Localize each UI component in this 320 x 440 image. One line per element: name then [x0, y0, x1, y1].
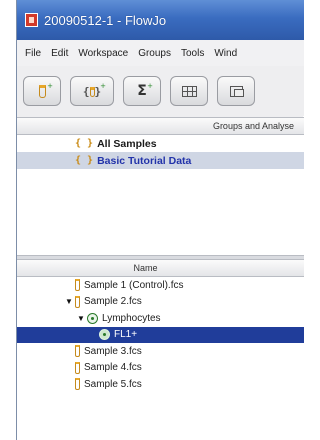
disclosure-triangle-icon[interactable]: ▼ — [63, 297, 75, 306]
menu-edit[interactable]: Edit — [51, 48, 68, 59]
name-column-header[interactable]: Name — [17, 260, 304, 277]
table-editor-button[interactable] — [170, 76, 208, 106]
toolbar: + {} + Σ + — [17, 66, 304, 116]
menu-tools[interactable]: Tools — [181, 48, 204, 59]
gate-row[interactable]: ▼ Lymphocytes — [17, 310, 304, 327]
title-bar[interactable]: 20090512-1 - FlowJo — [17, 0, 304, 40]
group-item-all-samples[interactable]: { } All Samples — [17, 135, 304, 152]
menu-bar: File Edit Workspace Groups Tools Wind — [17, 40, 304, 66]
sample-tube-icon — [75, 279, 80, 292]
window-title: 20090512-1 - FlowJo — [44, 12, 167, 28]
add-statistic-button[interactable]: Σ + — [123, 76, 161, 106]
group-icon: { } — [75, 155, 94, 166]
menu-window[interactable]: Wind — [214, 48, 237, 59]
table-editor-icon — [181, 85, 197, 97]
group-item-basic-tutorial-data[interactable]: { } Basic Tutorial Data — [17, 152, 304, 169]
menu-file[interactable]: File — [25, 48, 41, 59]
sample-row[interactable]: Sample 4.fcs — [17, 360, 304, 377]
group-label: All Samples — [97, 137, 157, 150]
add-group-icon: {} — [82, 84, 102, 98]
sample-label: Sample 4.fcs — [84, 362, 142, 374]
gate-label: FL1+ — [114, 329, 138, 341]
gate-icon — [99, 329, 110, 341]
add-sample-icon — [38, 84, 46, 98]
add-group-button[interactable]: {} + — [70, 76, 114, 106]
sample-tube-icon — [75, 295, 80, 308]
sample-label: Sample 1 (Control).fcs — [84, 279, 184, 291]
gate-row-selected[interactable]: FL1+ — [17, 326, 304, 343]
sample-tube-icon — [75, 345, 80, 358]
group-icon: { } — [75, 138, 94, 149]
layout-editor-icon — [229, 85, 244, 97]
sample-label: Sample 3.fcs — [84, 345, 142, 357]
sample-label: Sample 5.fcs — [84, 378, 142, 390]
sample-label: Sample 2.fcs — [84, 296, 142, 308]
sample-row[interactable]: Sample 5.fcs — [17, 376, 304, 393]
layout-editor-button[interactable] — [217, 76, 255, 106]
flowjo-window: 20090512-1 - FlowJo File Edit Workspace … — [16, 0, 304, 440]
flowjo-app-icon — [25, 13, 38, 27]
disclosure-triangle-icon[interactable]: ▼ — [75, 314, 87, 323]
sample-row[interactable]: Sample 1 (Control).fcs — [17, 277, 304, 294]
menu-groups[interactable]: Groups — [138, 48, 171, 59]
groups-panel: Groups and Analyse { } All Samples { } B… — [17, 117, 304, 255]
samples-panel: Name Sample 1 (Control).fcs ▼ Sample 2.f… — [17, 260, 304, 440]
gate-label: Lymphocytes — [102, 312, 161, 324]
menu-workspace[interactable]: Workspace — [78, 48, 128, 59]
gate-icon — [87, 312, 98, 324]
sample-tube-icon — [75, 361, 80, 374]
groups-column-header[interactable]: Groups and Analyse — [17, 118, 304, 135]
add-statistic-icon: Σ — [137, 83, 147, 99]
group-label: Basic Tutorial Data — [97, 154, 192, 167]
add-sample-button[interactable]: + — [23, 76, 61, 106]
sample-tube-icon — [75, 378, 80, 391]
sample-row[interactable]: Sample 3.fcs — [17, 343, 304, 360]
sample-row[interactable]: ▼ Sample 2.fcs — [17, 294, 304, 311]
